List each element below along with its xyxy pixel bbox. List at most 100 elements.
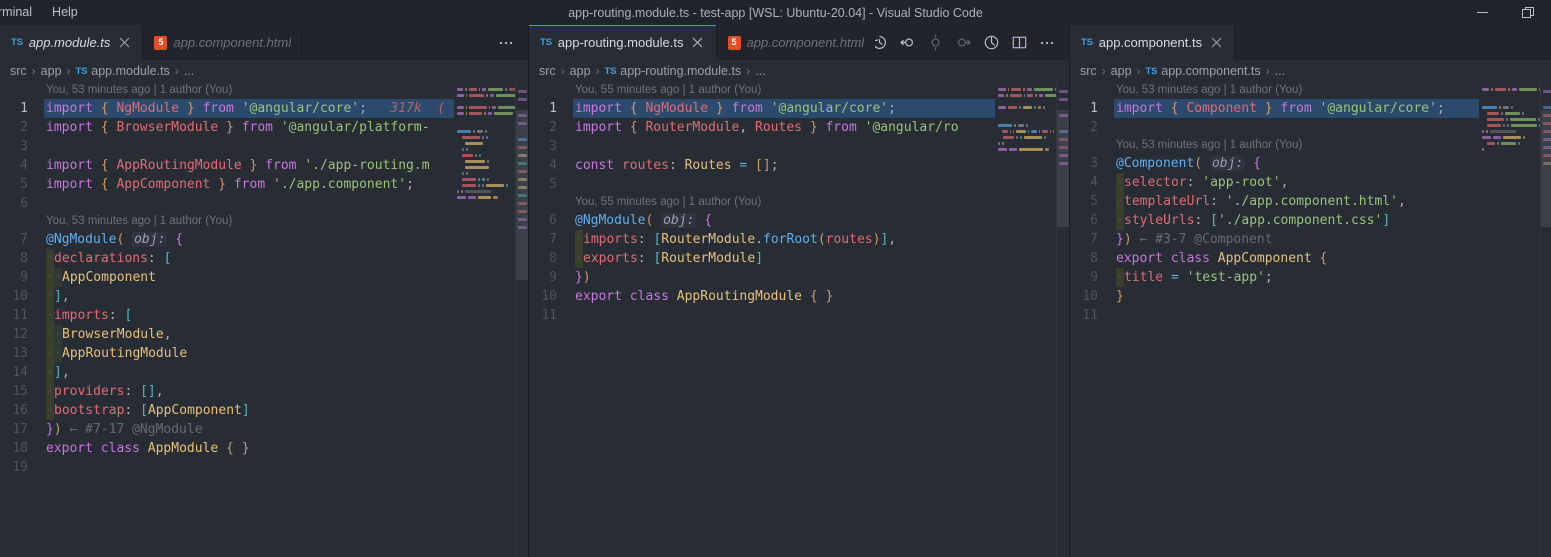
editor-scrollbar-thumb[interactable]	[516, 110, 528, 280]
code-lens-annotation[interactable]: You, 53 minutes ago | 1 author (You)	[0, 213, 528, 230]
minimap-line	[1479, 148, 1541, 152]
minimap-left[interactable]	[454, 82, 516, 557]
breadcrumb-src[interactable]: src	[1080, 64, 1097, 78]
code-line[interactable]: 13 · · AppRoutingModule	[0, 344, 528, 363]
code-line[interactable]: 5	[529, 175, 1069, 194]
line-number: 10	[1082, 289, 1098, 304]
more-actions-icon[interactable]	[1033, 25, 1061, 60]
code-token: class	[629, 289, 669, 304]
minimap-token	[998, 148, 1007, 151]
code-line[interactable]: 5 import { AppComponent } from './app.com…	[0, 175, 528, 194]
code-line[interactable]: 1 import { NgModule } from '@angular/core…	[529, 99, 1069, 118]
code-line[interactable]: 18 export class AppModule { }	[0, 439, 528, 458]
restore-icon[interactable]	[1505, 0, 1551, 25]
minimap-token	[1502, 136, 1521, 139]
overview-ruler-right[interactable]	[1541, 82, 1551, 557]
chevron-right-icon: ›	[746, 64, 751, 78]
editor-right[interactable]: You, 53 minutes ago | 1 author (You) 1 imp…	[1070, 82, 1551, 557]
toggle-blame-icon[interactable]	[977, 25, 1005, 60]
code-line[interactable]: 7 · imports: [RouterModule.forRoot(routes…	[529, 230, 1069, 249]
minimap-token	[1031, 130, 1038, 133]
minimap-line	[454, 202, 516, 206]
code-line[interactable]: 4 const routes: Routes = [];	[529, 156, 1069, 175]
minimap-line	[454, 160, 516, 164]
code-token: }	[1116, 232, 1124, 247]
next-change-icon[interactable]	[949, 25, 977, 60]
code-line[interactable]: 10 · ],	[0, 287, 528, 306]
code-line[interactable]: 4 import { AppRoutingModule } from './app…	[0, 156, 528, 175]
tab-app-module-ts[interactable]: TS app.module.ts	[0, 25, 144, 60]
breadcrumb-file[interactable]: app.component.ts	[1161, 64, 1260, 78]
close-icon[interactable]	[1208, 35, 1224, 51]
breadcrumb-src[interactable]: src	[10, 64, 27, 78]
close-icon[interactable]	[690, 35, 706, 51]
code-line[interactable]: 7 @NgModule( obj: {	[0, 230, 528, 249]
code-line[interactable]: 8 · exports: [RouterModule]	[529, 249, 1069, 268]
overview-ruler-mark	[1059, 90, 1068, 93]
code-lines-left[interactable]: You, 53 minutes ago | 1 author (You) 1 imp…	[0, 82, 528, 557]
minimap-line	[995, 130, 1057, 134]
minimap-token	[457, 190, 459, 193]
breadcrumb-app[interactable]: app	[570, 64, 591, 78]
menu-terminal[interactable]: rminal	[0, 0, 42, 25]
code-line[interactable]: 19	[0, 458, 528, 477]
code-line[interactable]: 14 · ],	[0, 363, 528, 382]
code-line[interactable]: 17}) ← #7-17 @NgModule	[0, 420, 528, 439]
more-actions-icon[interactable]	[492, 25, 520, 60]
overview-ruler-left[interactable]	[516, 82, 528, 557]
breadcrumb-file[interactable]: app.module.ts	[91, 64, 170, 78]
tab-app-component-ts[interactable]: TS app.component.ts	[1070, 25, 1236, 60]
minimize-icon[interactable]	[1459, 0, 1505, 25]
code-line[interactable]: 2 import { RouterModule, Routes } from '@…	[529, 118, 1069, 137]
previous-change-icon[interactable]	[893, 25, 921, 60]
code-line[interactable]: 11	[529, 306, 1069, 325]
tab-app-component-html[interactable]: 5 app.component.html	[143, 25, 303, 60]
code-line[interactable]: 9 · · AppComponent	[0, 268, 528, 287]
code-line[interactable]: 15 · providers: [],	[0, 382, 528, 401]
code-line[interactable]: 1 import { NgModule } from '@angular/core…	[0, 99, 528, 118]
code-line[interactable]: 9})	[529, 268, 1069, 287]
overview-ruler-middle[interactable]	[1057, 82, 1069, 557]
code-lens-annotation[interactable]: You, 55 minutes ago | 1 author (You)	[529, 82, 1069, 99]
code-token: ;	[359, 101, 367, 116]
breadcrumb-symbols[interactable]: ...	[184, 64, 194, 78]
editor-middle[interactable]: You, 55 minutes ago | 1 author (You) 1 imp…	[529, 82, 1069, 557]
code-line[interactable]: 3	[529, 137, 1069, 156]
code-line[interactable]: 6	[0, 194, 528, 213]
code-lens-annotation[interactable]: You, 55 minutes ago | 1 author (You)	[529, 194, 1069, 211]
code-lines-middle[interactable]: You, 55 minutes ago | 1 author (You) 1 imp…	[529, 82, 1069, 557]
breadcrumb-app[interactable]: app	[1111, 64, 1132, 78]
tab-app-component-html[interactable]: 5 app.component.html	[716, 25, 876, 60]
minimap-token	[1017, 124, 1024, 127]
breadcrumb-src[interactable]: src	[539, 64, 556, 78]
breadcrumb-symbols[interactable]: ...	[755, 64, 765, 78]
split-editor-icon[interactable]	[1005, 25, 1033, 60]
editor-scrollbar-thumb[interactable]	[1057, 110, 1069, 227]
commit-dot-icon[interactable]	[921, 25, 949, 60]
minimap-middle[interactable]	[995, 82, 1057, 557]
breadcrumb-app[interactable]: app	[41, 64, 62, 78]
code-line[interactable]: 8 · declarations: [	[0, 249, 528, 268]
editor-left[interactable]: You, 53 minutes ago | 1 author (You) 1 imp…	[0, 82, 528, 557]
close-icon[interactable]	[116, 35, 132, 51]
code-line[interactable]: 6 @NgModule( obj: {	[529, 211, 1069, 230]
code-line[interactable]: 16 · bootstrap: [AppComponent]	[0, 401, 528, 420]
editor-scrollbar-thumb[interactable]	[1541, 110, 1551, 227]
code-token: {	[100, 120, 109, 135]
tab-app-routing-module-ts[interactable]: TS app-routing.module.ts	[529, 25, 717, 60]
minimap-right[interactable]	[1479, 82, 1541, 557]
code-line[interactable]: 2 import { BrowserModule } from '@angular…	[0, 118, 528, 137]
code-line[interactable]: 11 · imports: [	[0, 306, 528, 325]
code-line[interactable]: 3	[0, 137, 528, 156]
code-lens-annotation[interactable]: You, 53 minutes ago | 1 author (You)	[0, 82, 528, 99]
code-line[interactable]: 12 · · BrowserModule,	[0, 325, 528, 344]
code-line[interactable]: 10 export class AppRoutingModule { }	[529, 287, 1069, 306]
overview-ruler-mark	[1543, 90, 1551, 93]
code-token: ]	[755, 251, 764, 266]
menu-help[interactable]: Help	[42, 0, 88, 25]
code-token: import	[575, 101, 622, 116]
breadcrumb-file[interactable]: app-routing.module.ts	[620, 64, 741, 78]
breadcrumb-symbols[interactable]: ...	[1275, 64, 1285, 78]
